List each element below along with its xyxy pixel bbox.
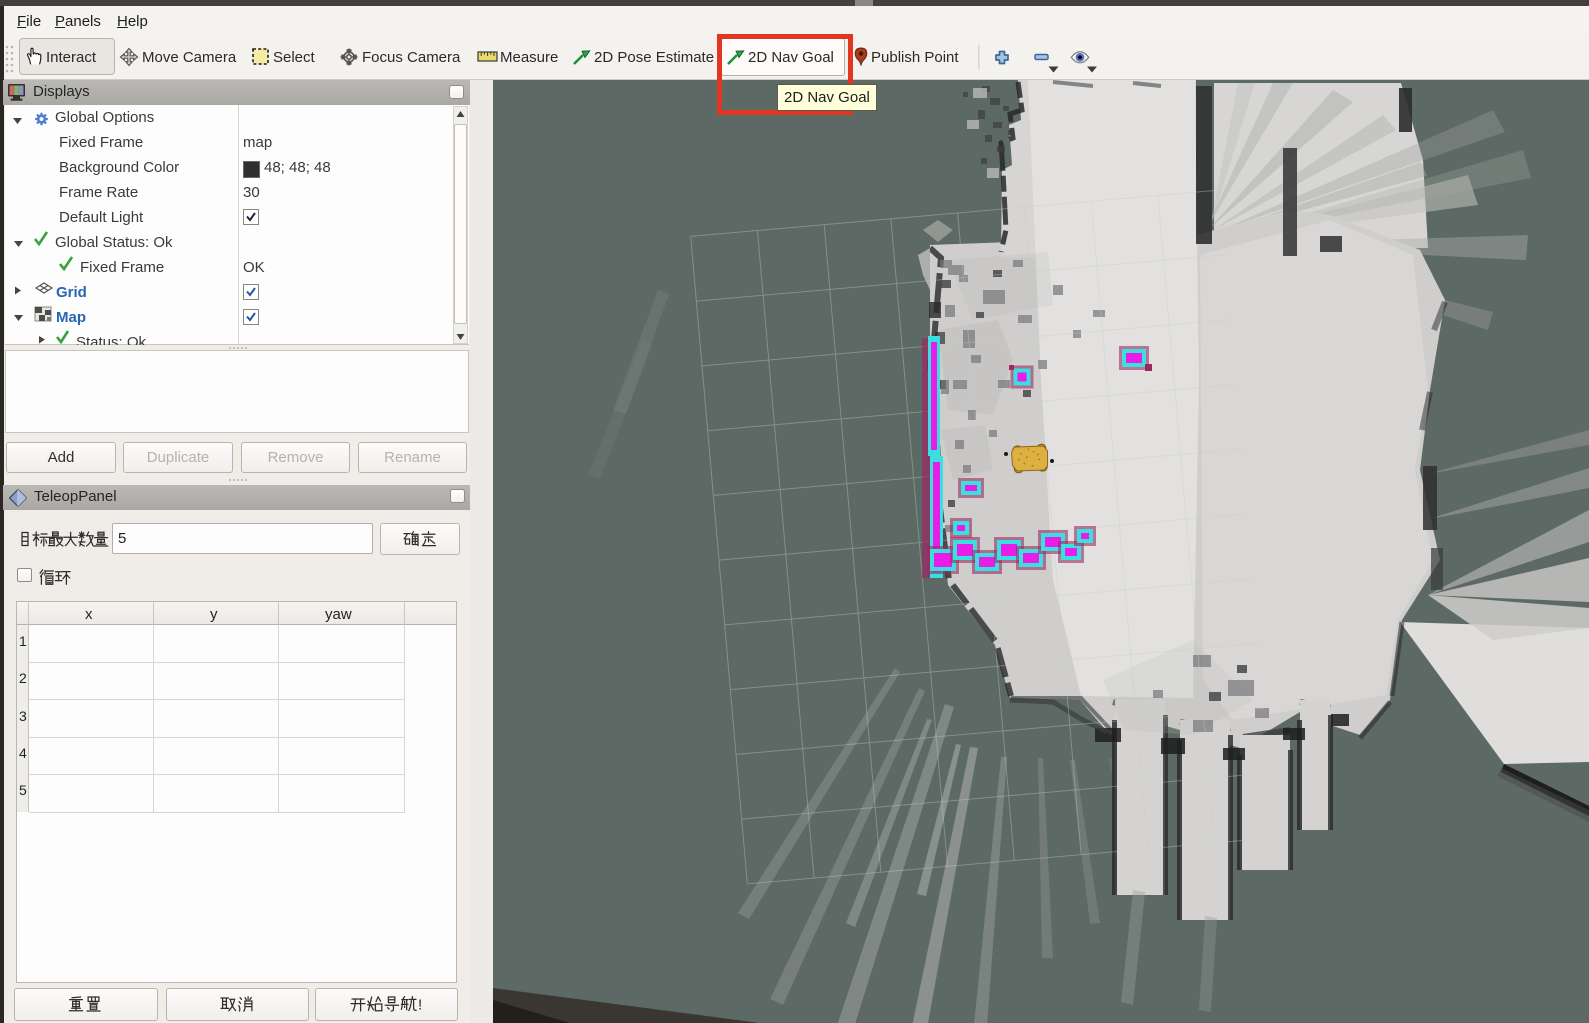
svg-text:!: ! — [418, 997, 422, 1014]
